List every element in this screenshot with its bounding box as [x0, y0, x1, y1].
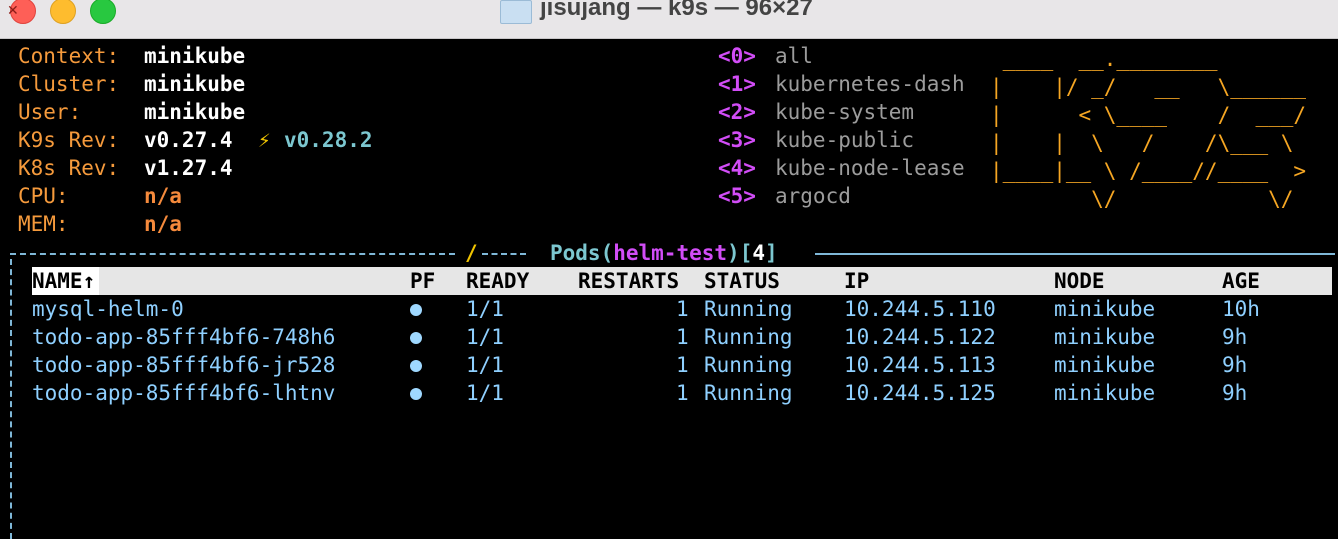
- pod-node: minikube: [1054, 353, 1156, 377]
- frame-left-border: [10, 259, 12, 539]
- pf-indicator: [410, 295, 422, 323]
- pod-restarts: 1: [676, 325, 689, 349]
- cpu-value: n/a: [144, 184, 182, 208]
- pf-indicator: [410, 351, 422, 379]
- context-label: Context:: [18, 44, 120, 68]
- pod-age: 10h: [1222, 297, 1260, 321]
- pod-status: Running: [704, 353, 793, 377]
- window-title: jisujang — k9s — 96×27: [540, 0, 813, 21]
- cpu-label: CPU:: [18, 184, 69, 208]
- pod-ip: 10.244.5.113: [844, 353, 996, 377]
- pf-indicator: [410, 379, 422, 407]
- ns-name-argocd[interactable]: argocd: [775, 182, 851, 210]
- pod-name: todo-app-85fff4bf6-748h6: [32, 325, 336, 349]
- mem-label: MEM:: [18, 212, 69, 236]
- pf-dot-icon: [410, 360, 422, 372]
- pod-restarts: 1: [676, 353, 689, 377]
- cluster-value: minikube: [144, 72, 246, 96]
- pod-ready: 1/1: [466, 325, 504, 349]
- k8s-rev-label: K8s Rev:: [18, 156, 120, 180]
- col-header-ip[interactable]: IP: [844, 267, 869, 295]
- ns-name-kube-system[interactable]: kube-system: [775, 98, 914, 126]
- k9s-update-version: v0.28.2: [284, 128, 373, 152]
- pod-ready: 1/1: [466, 353, 504, 377]
- pods-namespace: helm-test: [613, 241, 728, 265]
- context-value: minikube: [144, 44, 246, 68]
- terminal[interactable]: Context: Cluster: User: K9s Rev: K8s Rev…: [0, 39, 1338, 539]
- ns-key-2[interactable]: <2>: [718, 98, 756, 126]
- pod-name: mysql-helm-0: [32, 297, 184, 321]
- frame-slash: /: [465, 241, 478, 265]
- pod-ready: 1/1: [466, 381, 504, 405]
- cluster-label: Cluster:: [18, 72, 120, 96]
- ns-name-kubernetes-dash[interactable]: kubernetes-dash: [775, 70, 965, 98]
- col-header-ready[interactable]: READY: [466, 267, 529, 295]
- pod-ip: 10.244.5.122: [844, 325, 996, 349]
- col-header-age[interactable]: AGE: [1222, 267, 1260, 295]
- pod-node: minikube: [1054, 325, 1156, 349]
- col-header-node[interactable]: NODE: [1054, 267, 1105, 295]
- ns-key-5[interactable]: <5>: [718, 182, 756, 210]
- k9s-rev-label: K9s Rev:: [18, 128, 120, 152]
- minimize-window-button[interactable]: [50, 0, 76, 24]
- pod-age: 9h: [1222, 325, 1248, 349]
- close-icon: ✕: [7, 3, 19, 19]
- pod-age: 9h: [1222, 381, 1248, 405]
- k9s-logo: ____ __.________ | |/ _/ __ \______ | < …: [990, 47, 1307, 211]
- frame-top-left-border: [10, 253, 455, 255]
- pod-age: 9h: [1222, 353, 1248, 377]
- col-header-status[interactable]: STATUS: [704, 267, 780, 295]
- mem-value: n/a: [144, 212, 182, 236]
- pod-node: minikube: [1054, 381, 1156, 405]
- pf-dot-icon: [410, 388, 422, 400]
- user-label: User:: [18, 100, 82, 124]
- pod-restarts: 1: [676, 297, 689, 321]
- frame-top-mid-border: [482, 253, 526, 255]
- pf-dot-icon: [410, 332, 422, 344]
- ns-name-kube-node-lease[interactable]: kube-node-lease: [775, 154, 965, 182]
- col-header-restarts[interactable]: RESTARTS: [578, 267, 679, 295]
- pod-node: minikube: [1054, 297, 1156, 321]
- pods-view-title: Pods(helm-test)[4]: [550, 241, 778, 265]
- k9s-rev-value: v0.27.4: [144, 128, 233, 152]
- pod-name: todo-app-85fff4bf6-lhtnv: [32, 381, 336, 405]
- k8s-rev-value: v1.27.4: [144, 156, 233, 180]
- pods-resource: Pods: [550, 241, 601, 265]
- user-value: minikube: [144, 100, 246, 124]
- table-header: [32, 267, 1332, 295]
- pf-dot-icon: [410, 304, 422, 316]
- lightning-icon: ⚡: [258, 128, 271, 152]
- col-header-pf[interactable]: PF: [410, 267, 435, 295]
- col-header-name[interactable]: NAME↑: [32, 267, 100, 295]
- window-titlebar: ✕ jisujang — k9s — 96×27: [0, 0, 1338, 39]
- pf-indicator: [410, 323, 422, 351]
- pod-status: Running: [704, 297, 793, 321]
- pod-ready: 1/1: [466, 297, 504, 321]
- ns-name-all[interactable]: all: [775, 42, 813, 70]
- frame-top-right-border: [815, 253, 1335, 255]
- ns-key-4[interactable]: <4>: [718, 154, 756, 182]
- pod-status: Running: [704, 325, 793, 349]
- pod-ip: 10.244.5.110: [844, 297, 996, 321]
- pod-ip: 10.244.5.125: [844, 381, 996, 405]
- pod-restarts: 1: [676, 381, 689, 405]
- ns-name-kube-public[interactable]: kube-public: [775, 126, 914, 154]
- pod-status: Running: [704, 381, 793, 405]
- zoom-window-button[interactable]: [90, 0, 116, 24]
- ns-key-0[interactable]: <0>: [718, 42, 756, 70]
- ns-key-1[interactable]: <1>: [718, 70, 756, 98]
- ns-key-3[interactable]: <3>: [718, 126, 756, 154]
- pod-name: todo-app-85fff4bf6-jr528: [32, 353, 336, 377]
- pods-count: 4: [752, 241, 765, 265]
- folder-icon: [500, 0, 532, 24]
